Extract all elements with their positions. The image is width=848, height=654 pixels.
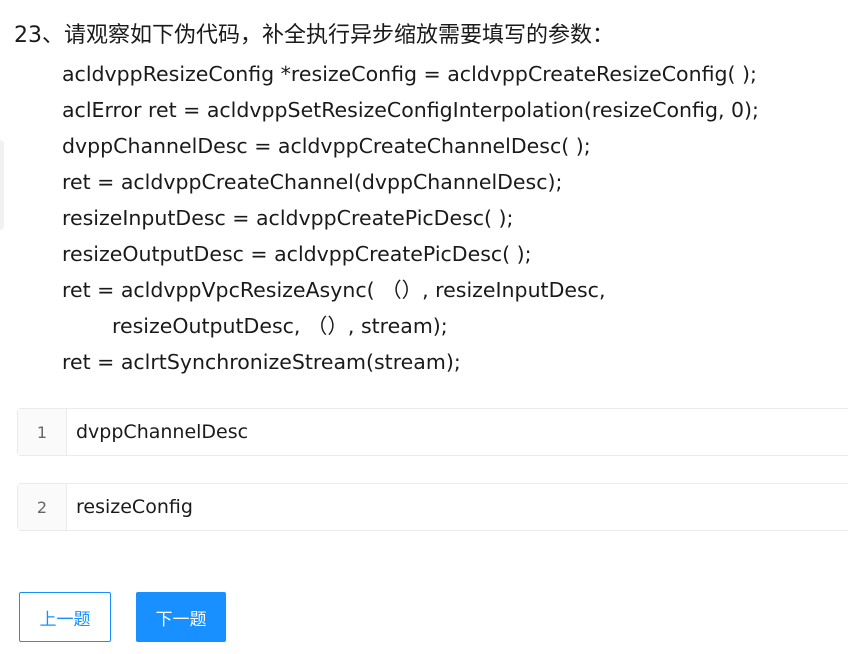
side-panel-handle[interactable]	[0, 140, 4, 230]
pseudo-code-block: acldvppResizeConfig *resizeConfig = acld…	[62, 56, 759, 380]
code-line: acldvppResizeConfig *resizeConfig = acld…	[62, 62, 757, 86]
question-title: 23、请观察如下伪代码，补全执行异步缩放需要填写的参数：	[14, 23, 614, 48]
answer-input[interactable]	[67, 409, 848, 455]
answer-input[interactable]	[67, 484, 848, 530]
code-line: ret = acldvppVpcResizeAsync( （）, resizeI…	[62, 278, 606, 302]
code-line: resizeOutputDesc, （）, stream);	[112, 314, 448, 338]
code-line: dvppChannelDesc = acldvppCreateChannelDe…	[62, 134, 591, 158]
quiz-page: 23、请观察如下伪代码，补全执行异步缩放需要填写的参数： acldvppResi…	[0, 0, 848, 654]
answer-row: 2	[17, 483, 848, 531]
answer-number: 1	[18, 409, 67, 455]
answer-number: 2	[18, 484, 67, 530]
code-line: resizeInputDesc = acldvppCreatePicDesc( …	[62, 206, 514, 230]
previous-question-button[interactable]: 上一题	[19, 592, 111, 642]
code-line: resizeOutputDesc = acldvppCreatePicDesc(…	[62, 242, 532, 266]
next-question-button[interactable]: 下一题	[136, 592, 226, 642]
code-line: aclError ret = acldvppSetResizeConfigInt…	[62, 98, 759, 122]
answer-row: 1	[17, 408, 848, 456]
code-line: ret = acldvppCreateChannel(dvppChannelDe…	[62, 170, 563, 194]
code-line: ret = aclrtSynchronizeStream(stream);	[62, 350, 461, 374]
